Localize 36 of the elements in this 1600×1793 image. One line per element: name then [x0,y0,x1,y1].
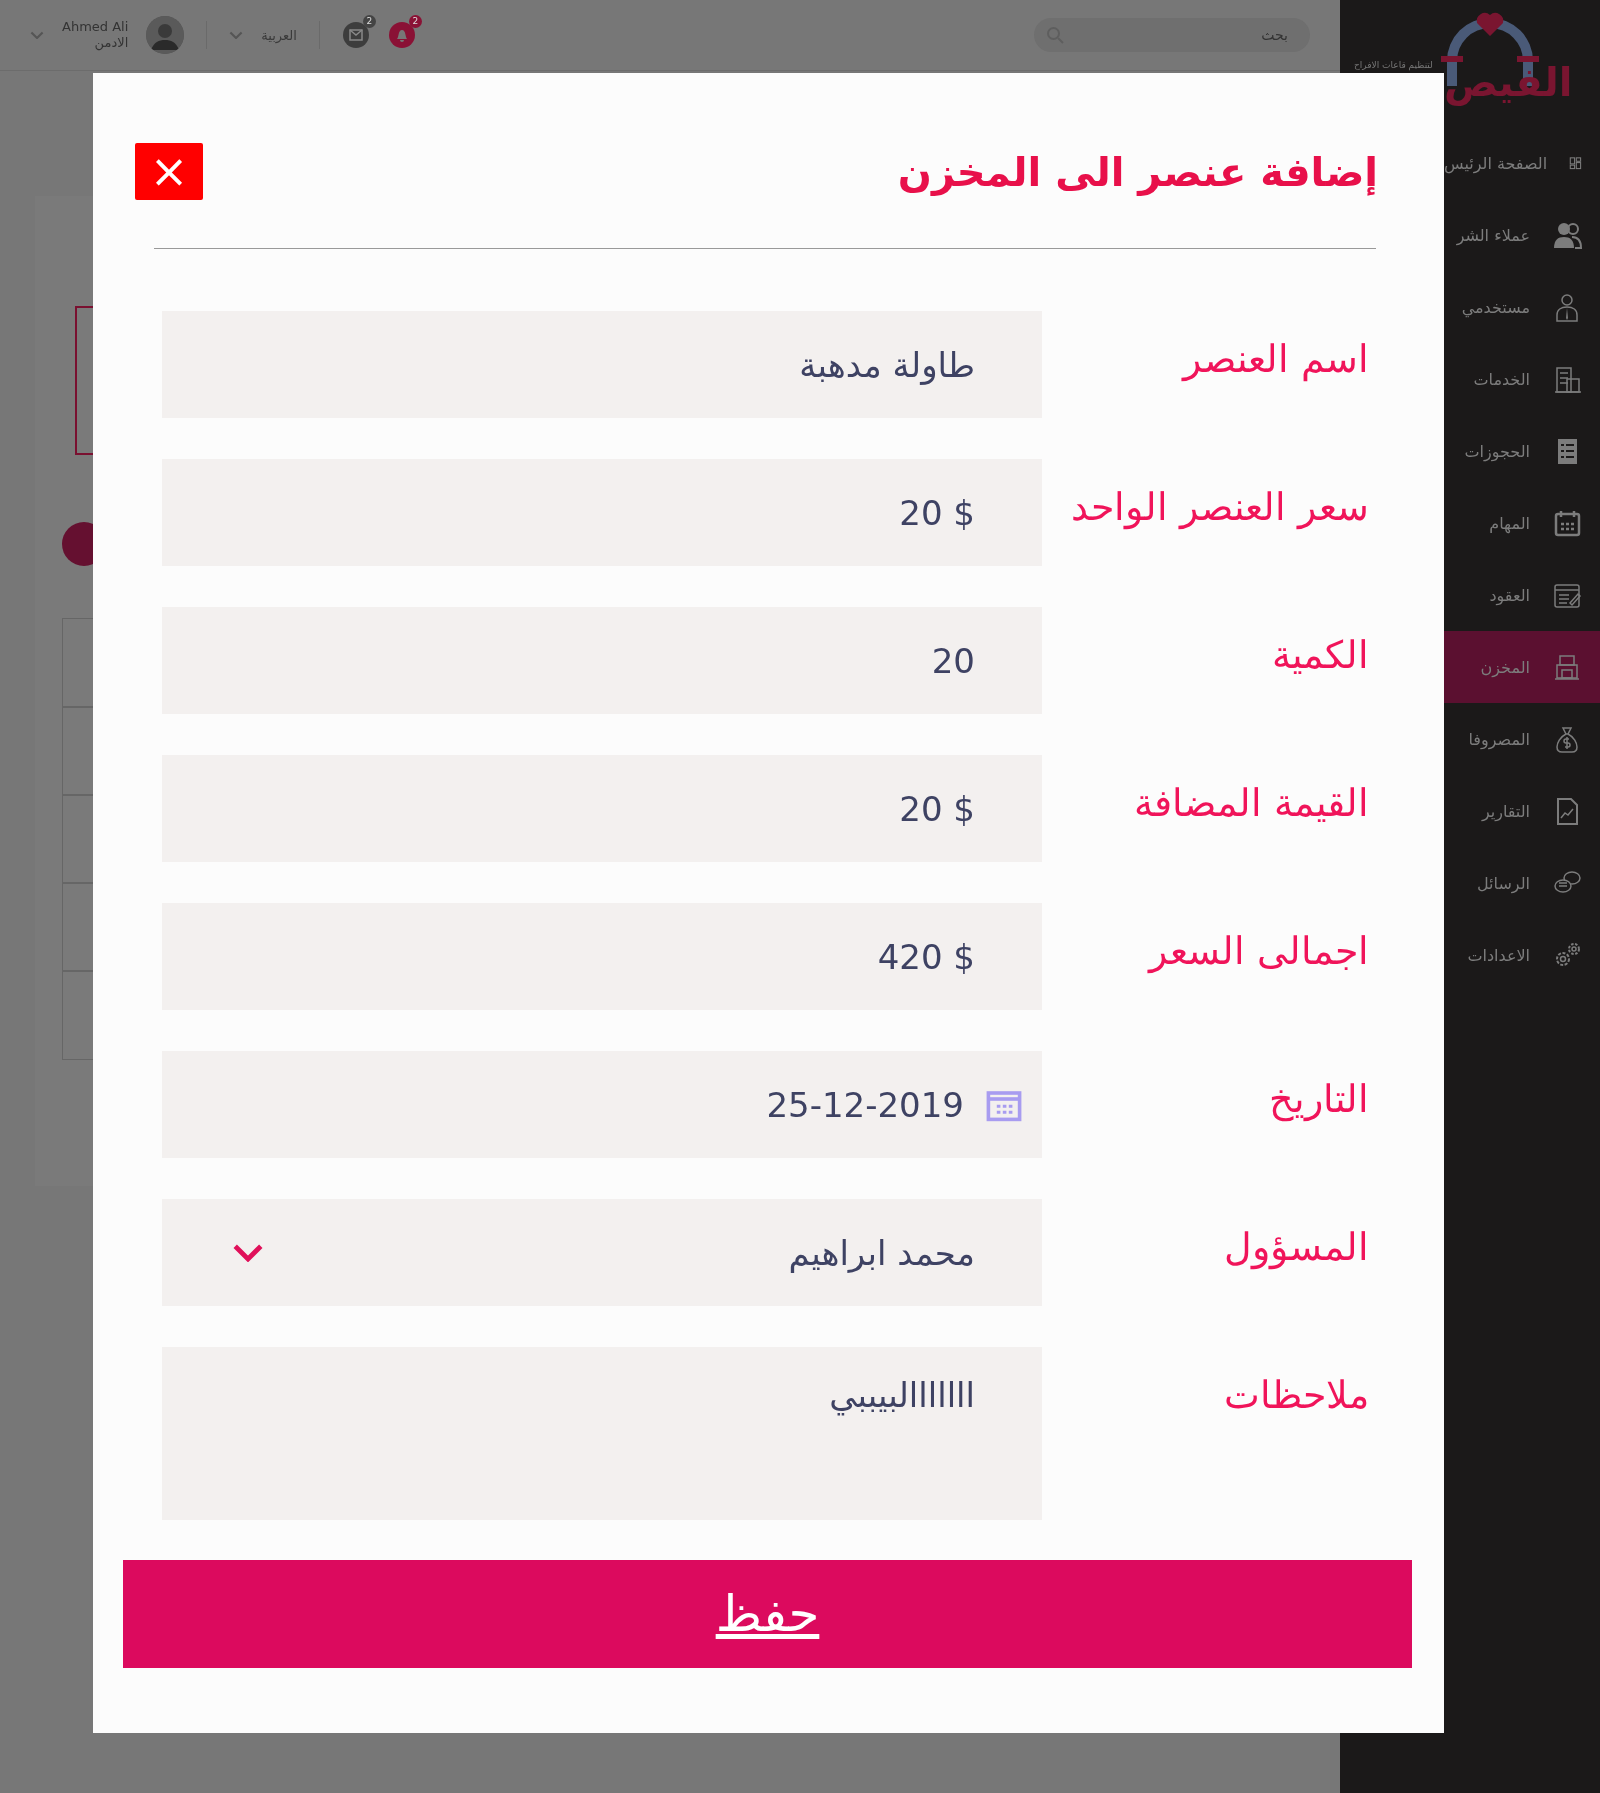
sidebar-item[interactable]: الحجوزات [1340,415,1600,487]
chevron-icon [30,30,44,40]
shop-icon [1552,652,1582,682]
dialog-title: إضافة عنصر الى المخزن [897,148,1378,195]
date-field[interactable]: 25-12-2019 [162,1051,1042,1158]
field-label: التاريخ [1269,1076,1369,1121]
input-field[interactable]: طاولة مدهبة [162,311,1042,418]
input-field[interactable]: 20 $ [162,459,1042,566]
close-button[interactable]: × [135,143,203,200]
user-name: Ahmed Ali [62,18,129,35]
logo-tagline: لتنظيم قاعات الافراح [1354,60,1433,70]
field-label: القيمة المضافة [1133,780,1369,825]
field-label: ملاحظات [1224,1372,1369,1417]
field-label: اجمالى السعر [1148,928,1369,973]
user-role: الادمن [94,35,129,52]
sidebar-item[interactable]: عملاء الشر [1340,199,1600,271]
input-field[interactable]: 20 $ [162,755,1042,862]
chevron-icon [229,30,244,40]
count-badge: 2 [362,15,376,28]
dropdown-field[interactable]: محمد ابراهيم [162,1199,1042,1306]
field-label: المسؤول [1224,1224,1369,1269]
language-selector[interactable]: العربية [261,27,297,43]
input-field[interactable]: 20 [162,607,1042,714]
chevron-icon [232,1242,264,1263]
sidebar-item[interactable]: الرسائل [1340,847,1600,919]
users-icon [1552,220,1582,250]
field-label: سعر العنصر الواحد [1070,484,1369,529]
count-badge: 2 [408,15,422,28]
calendar-icon [1552,508,1582,538]
notes-field[interactable]: ااااااالبيببي [162,1347,1042,1520]
building-icon [1552,364,1582,394]
sidebar-item[interactable]: المصروفا [1340,703,1600,775]
search-field[interactable]: بحث [1034,18,1310,52]
sidebar-item[interactable]: العقود [1340,559,1600,631]
save-button[interactable]: حفظ [123,1560,1412,1668]
input-field[interactable]: 420 $ [162,903,1042,1010]
